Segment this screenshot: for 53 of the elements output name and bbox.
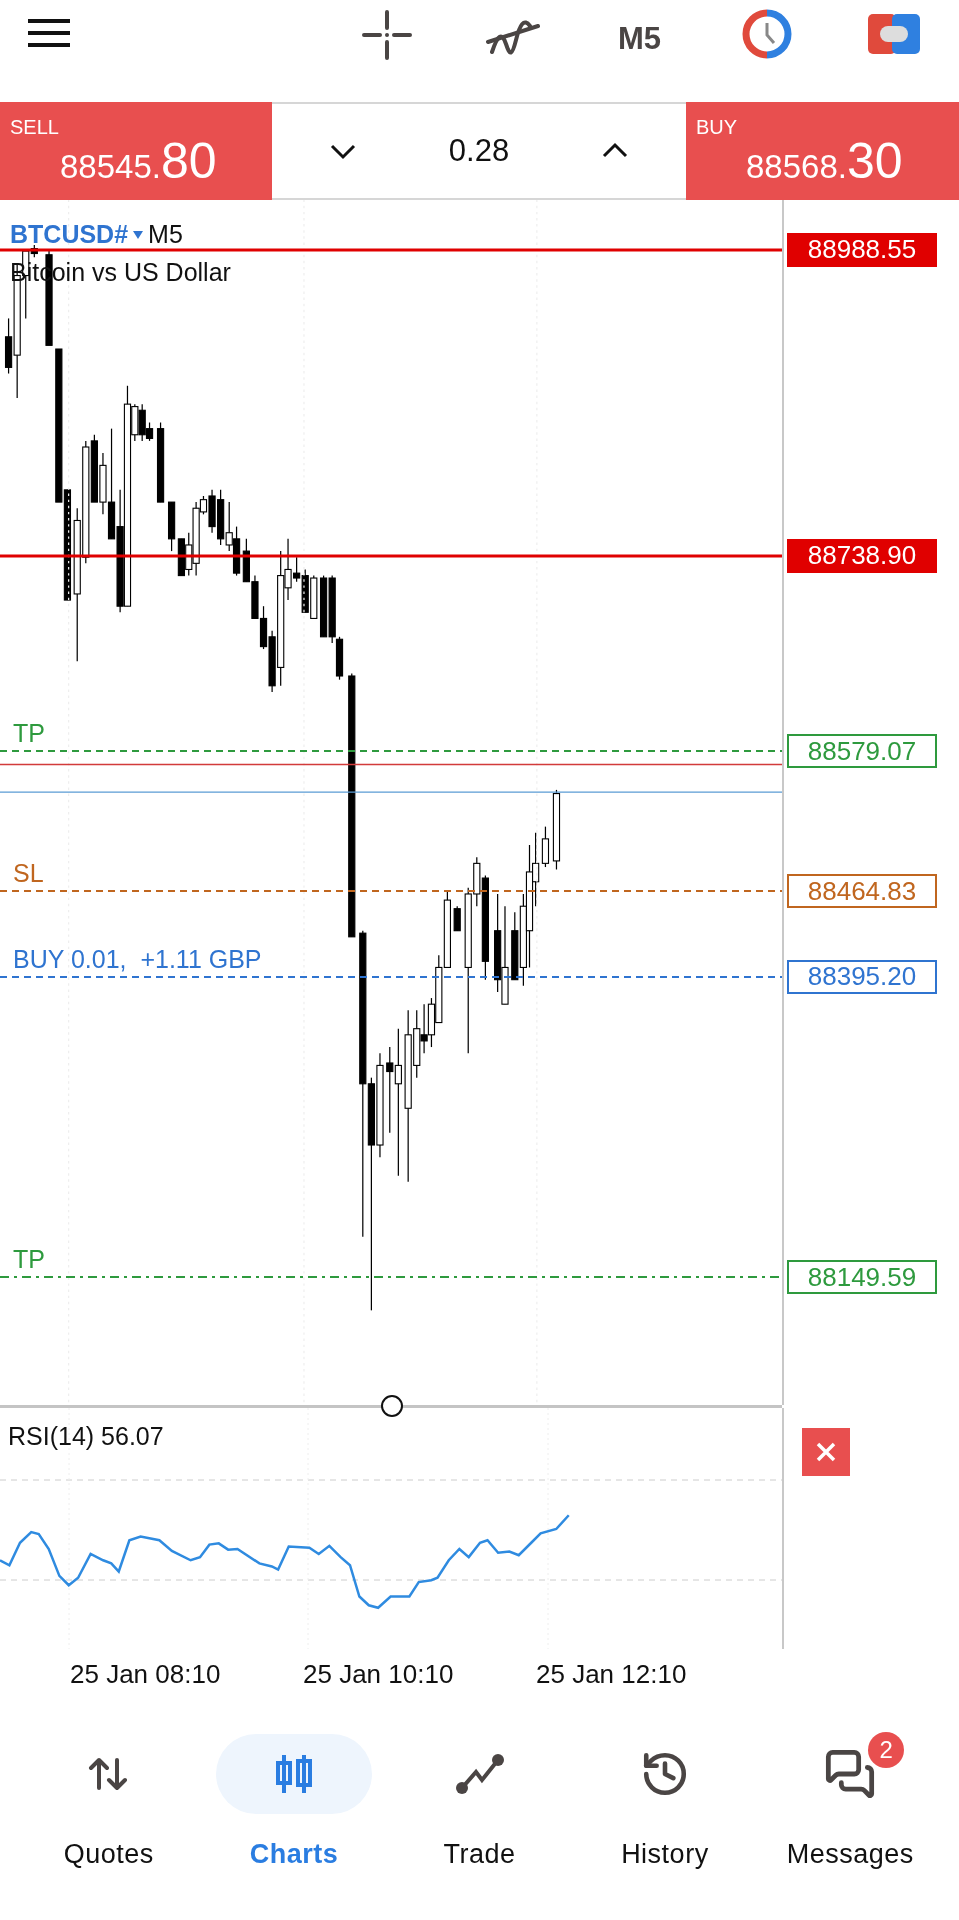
price-level-label: 88464.83 bbox=[787, 874, 937, 909]
price-level-label: 88738.90 bbox=[787, 538, 937, 573]
buy-button[interactable]: BUY 88568.30 bbox=[686, 102, 959, 200]
time-axis-label: 25 Jan 08:10 bbox=[70, 1657, 222, 1691]
order-label: TP bbox=[13, 1247, 45, 1273]
candle bbox=[427, 997, 436, 1048]
candle bbox=[232, 526, 241, 577]
notification-badge: 2 bbox=[868, 1732, 905, 1768]
order-line[interactable] bbox=[0, 974, 782, 979]
close-button[interactable] bbox=[802, 1428, 850, 1476]
sell-button[interactable]: SELL 88545.80 bbox=[0, 102, 272, 200]
order-label: SL bbox=[13, 861, 44, 887]
price-level-label: 88579.07 bbox=[787, 734, 937, 769]
nav-tab[interactable]: Charts bbox=[201, 1734, 387, 1875]
side-label: BUY bbox=[696, 115, 738, 140]
chart-timeframe: M5 bbox=[148, 222, 183, 247]
alert-line[interactable] bbox=[0, 247, 782, 252]
alert-line[interactable] bbox=[0, 553, 782, 558]
price-level-label: 88988.55 bbox=[787, 232, 937, 267]
messages-icon bbox=[824, 1748, 877, 1800]
lot-size-value: 0.28 bbox=[448, 131, 510, 170]
price-level-label: 88395.20 bbox=[787, 959, 937, 994]
price-text: 88568.30 bbox=[746, 132, 903, 191]
nav-tab[interactable]: 2 Messages bbox=[757, 1734, 943, 1875]
crosshair-icon[interactable] bbox=[362, 10, 412, 60]
candle bbox=[453, 905, 461, 932]
clock-icon[interactable] bbox=[742, 9, 792, 59]
candle bbox=[319, 574, 328, 638]
dropdown-caret-icon[interactable] bbox=[132, 229, 145, 240]
close-icon bbox=[816, 1442, 836, 1462]
nav-tab[interactable]: History bbox=[572, 1734, 758, 1875]
time-axis-label: 25 Jan 12:10 bbox=[536, 1657, 687, 1691]
symbol-name[interactable]: BTCUSD# bbox=[10, 222, 129, 247]
timeframe-button[interactable]: M5 bbox=[618, 16, 662, 63]
indicator-name: RSI(14) 56.07 bbox=[8, 1421, 164, 1452]
nav-label: Messages bbox=[786, 1838, 914, 1871]
nav-label: Trade bbox=[443, 1838, 516, 1871]
candle bbox=[259, 605, 268, 650]
nav-label: History bbox=[621, 1838, 709, 1871]
order-label: BUY 0.01, +1.11 GBP bbox=[13, 946, 262, 972]
price-text: 88545.80 bbox=[60, 132, 217, 191]
line-chart-icon bbox=[454, 1752, 505, 1796]
nav-tab[interactable]: Quotes bbox=[16, 1734, 202, 1875]
nav-tab[interactable]: Trade bbox=[386, 1734, 573, 1875]
nav-label: Charts bbox=[249, 1838, 339, 1871]
toggle-icon[interactable] bbox=[868, 14, 920, 54]
nav-label: Quotes bbox=[63, 1838, 154, 1871]
menu-icon[interactable] bbox=[26, 18, 72, 48]
drag-handle[interactable] bbox=[380, 1394, 404, 1418]
price-level-label: 88149.59 bbox=[787, 1260, 937, 1295]
time-axis-label: 25 Jan 10:10 bbox=[303, 1657, 455, 1691]
side-label: SELL bbox=[10, 115, 59, 140]
order-label: TP bbox=[13, 721, 45, 747]
